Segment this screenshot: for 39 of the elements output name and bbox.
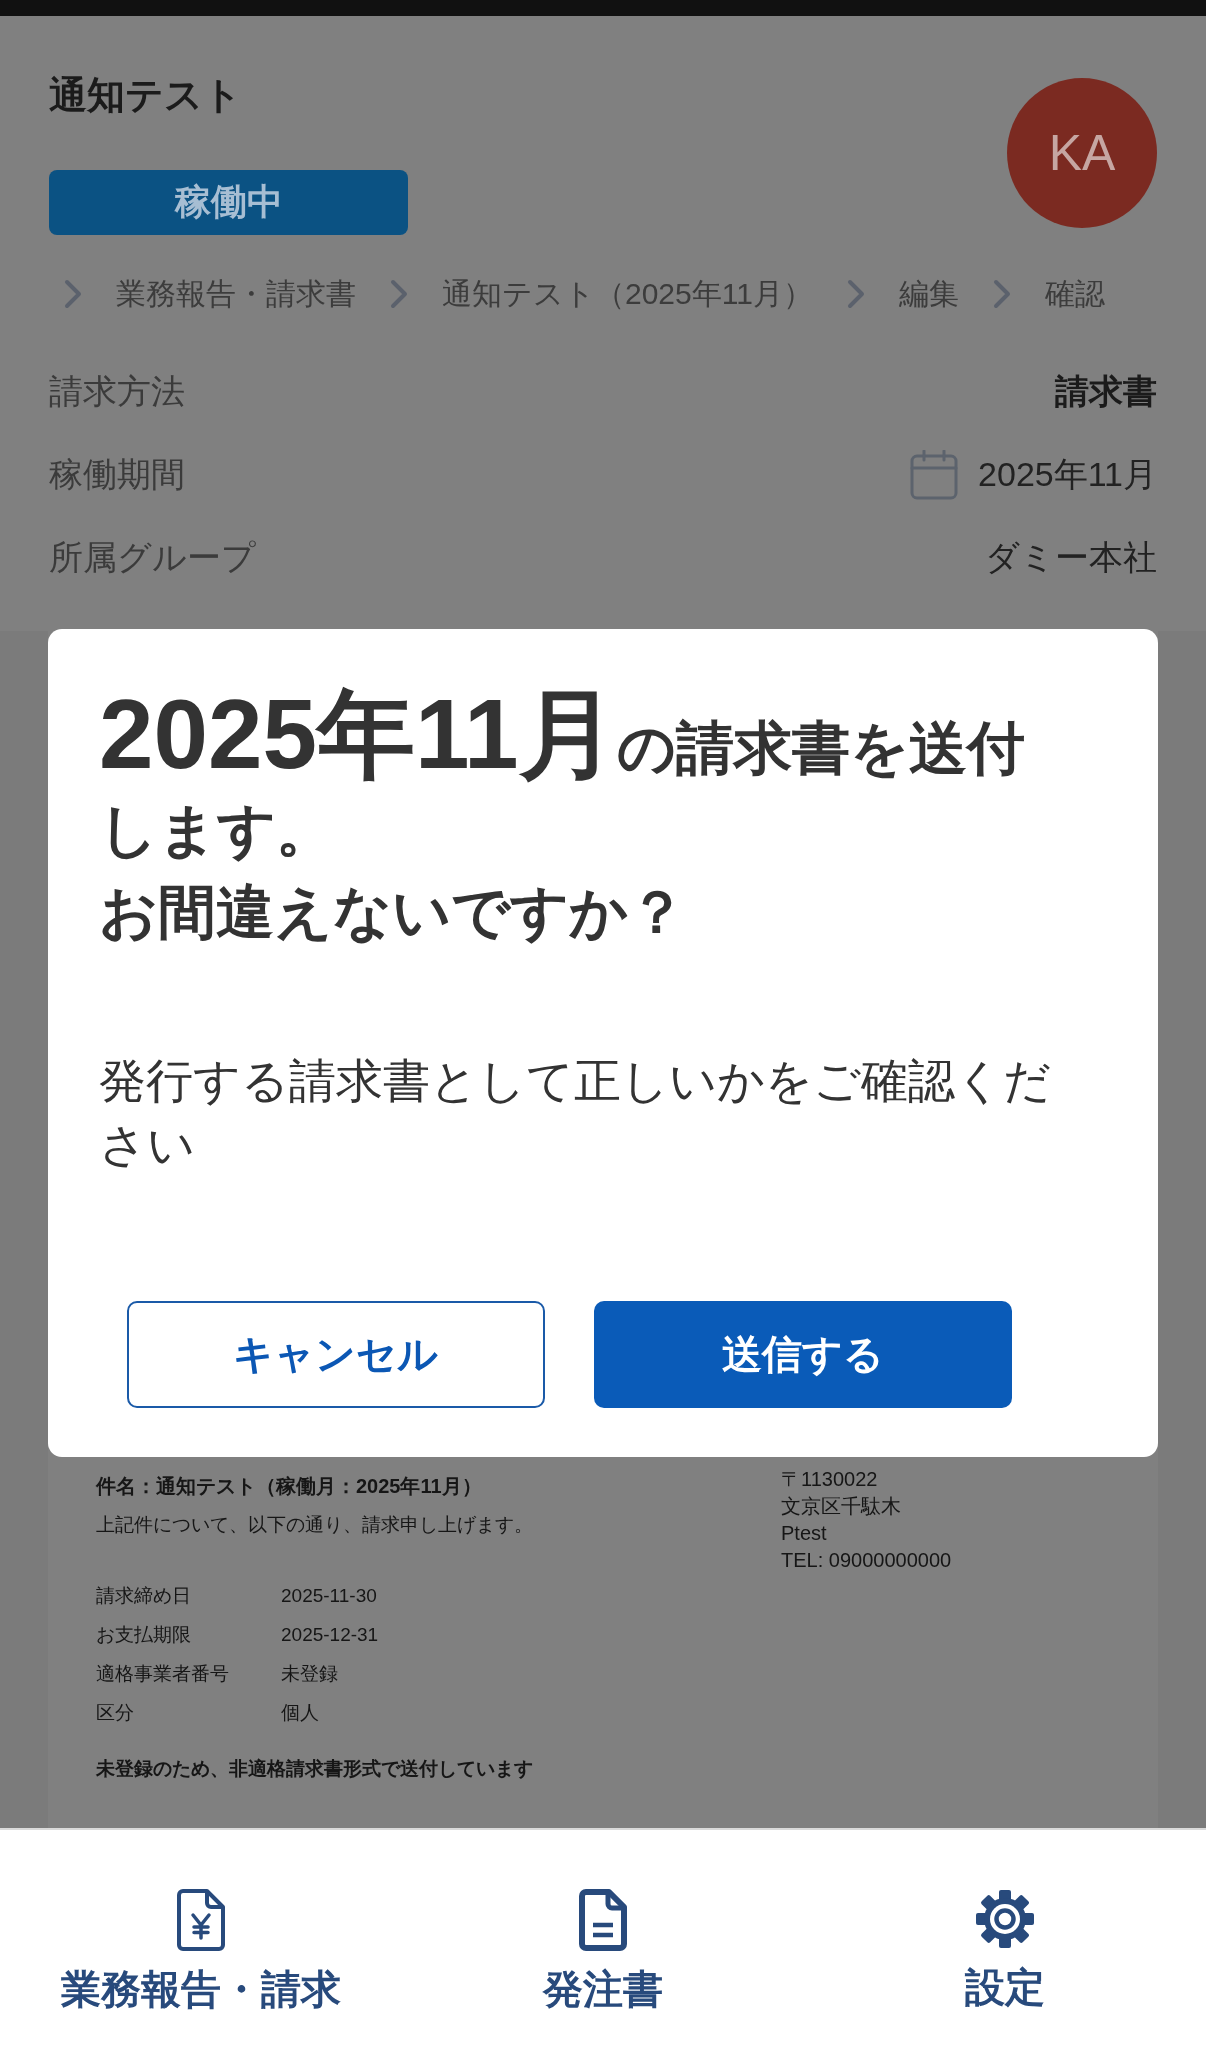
- send-button[interactable]: 送信する: [593, 1301, 1012, 1408]
- nav-tab[interactable]: 発注書: [402, 1830, 804, 2013]
- field-value: 個人: [281, 1700, 319, 1725]
- document-icon: [579, 1889, 627, 1951]
- chevron-right-icon: [846, 279, 865, 309]
- sender-address-line: 文京区千駄木: [781, 1494, 902, 1519]
- calendar-icon: [910, 449, 959, 500]
- cancel-button[interactable]: キャンセル: [126, 1301, 545, 1408]
- yen-document-icon: [177, 1889, 225, 1951]
- detail-label: 稼働期間: [49, 453, 185, 495]
- field-label: 請求締め日: [96, 1583, 192, 1608]
- page-title: 通知テスト: [49, 73, 242, 118]
- invoice-intro: 上記件について、以下の通り、請求申し上げます。: [96, 1513, 534, 1537]
- status-badge: 稼働中: [49, 170, 408, 235]
- invoice-notice: 未登録のため、非適格請求書形式で送付しています: [96, 1757, 534, 1781]
- detail-value: ダミー本社: [985, 536, 1157, 578]
- field-value: 未登録: [281, 1661, 338, 1686]
- detail-label: 所属グループ: [49, 536, 256, 578]
- detail-label: 請求方法: [49, 370, 185, 412]
- sender-address-line: Ptest: [781, 1521, 828, 1546]
- detail-value: 請求書: [1055, 370, 1157, 412]
- dialog-message: 発行する請求書として正しいかをご確認ください: [99, 1053, 1052, 1173]
- field-label: お支払期限: [96, 1622, 192, 1647]
- field-value: 2025-11-30: [281, 1584, 377, 1607]
- chevron-right-icon: [390, 279, 408, 309]
- chevron-right-icon: [992, 279, 1011, 309]
- field-label: 適格事業者番号: [96, 1661, 230, 1686]
- chevron-right-icon: [64, 279, 82, 309]
- nav-tab[interactable]: 業務報告・請求: [0, 1830, 402, 2013]
- avatar: KA: [1007, 77, 1157, 228]
- nav-tab[interactable]: 設定: [804, 1830, 1206, 2011]
- field-value: 2025-12-31: [281, 1623, 379, 1646]
- invoice-subject: 件名：通知テスト（稼働月：2025年11月）: [96, 1474, 483, 1499]
- sender-address-line: 〒1130022: [781, 1467, 879, 1492]
- detail-value: 2025年11月: [978, 453, 1157, 495]
- dialog-heading: 2025年11月 の請求書を送付します。 お間違えないですか？: [99, 685, 1026, 946]
- field-label: 区分: [96, 1700, 135, 1725]
- settings-icon: [975, 1889, 1035, 1949]
- sender-address-line: TEL: 09000000000: [781, 1548, 952, 1573]
